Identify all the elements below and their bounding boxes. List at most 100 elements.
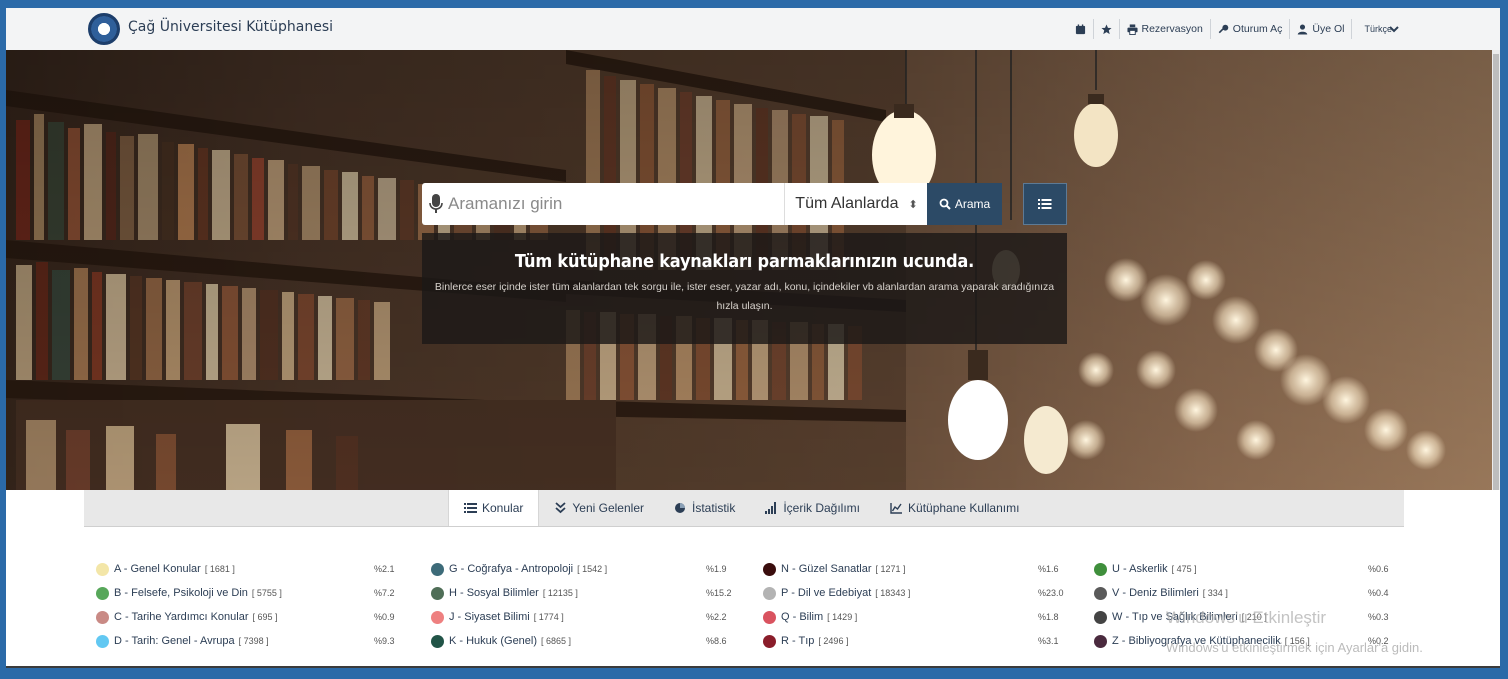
- subject-item[interactable]: P - Dil ve Edebiyat[ 18343 ]: [763, 584, 910, 602]
- subject-item[interactable]: Q - Bilim[ 1429 ]: [763, 608, 857, 626]
- double-chevron-icon: [555, 502, 566, 514]
- subject-color-dot: [1094, 586, 1107, 600]
- subject-name: V - Deniz Bilimleri: [1112, 587, 1199, 599]
- subject-color-dot: [431, 586, 444, 600]
- tab-label: Konular: [482, 501, 524, 515]
- tab-yeni-gelenler[interactable]: Yeni Gelenler: [539, 490, 659, 526]
- reservation-label: Rezervasyon: [1141, 23, 1203, 35]
- advanced-search-button[interactable]: [1023, 183, 1067, 225]
- select-caret-icon: ⬍: [908, 198, 918, 211]
- search-scope-select[interactable]: Tüm Alanlarda ⬍: [784, 183, 928, 225]
- subject-percent: %0.6: [1368, 564, 1389, 574]
- subject-item[interactable]: A - Genel Konular[ 1681 ]: [96, 560, 235, 578]
- subject-percent: %1.6: [1038, 564, 1059, 574]
- nav-links: Rezervasyon Oturum Aç Üye Ol Türkçe: [1068, 18, 1405, 40]
- subject-item[interactable]: N - Güzel Sanatlar[ 1271 ]: [763, 560, 906, 578]
- scrollbar-thumb[interactable]: [1493, 54, 1499, 490]
- subject-percent: %3.1: [1038, 636, 1059, 646]
- search-button-label: Arama: [954, 197, 991, 211]
- tab-icerik-dagilimi[interactable]: İçerik Dağılımı: [750, 490, 875, 526]
- subject-color-dot: [1094, 634, 1107, 648]
- reservation-link[interactable]: Rezervasyon: [1118, 19, 1210, 39]
- subject-name: Q - Bilim: [781, 611, 824, 623]
- subject-name: U - Askerlik: [1112, 563, 1168, 575]
- subject-item[interactable]: J - Siyaset Bilimi[ 1774 ]: [431, 608, 564, 626]
- subject-color-dot: [431, 562, 444, 576]
- subject-percent: %15.2: [706, 588, 732, 598]
- subject-percent: %7.2: [374, 588, 395, 598]
- page-scrollbar[interactable]: [1492, 50, 1500, 490]
- list-icon: [1038, 199, 1052, 209]
- favorites-button[interactable]: [1092, 19, 1119, 39]
- register-link[interactable]: Üye Ol: [1289, 19, 1351, 39]
- user-icon: [1298, 23, 1308, 35]
- bar-signal-icon: [765, 502, 777, 514]
- windows-activation-text: Windows'u etkinleştirmek için Ayarlar'a …: [1166, 640, 1423, 655]
- search-bar: Tüm Alanlarda ⬍ Arama: [422, 183, 1002, 225]
- calendar-icon: [1075, 23, 1085, 34]
- university-logo[interactable]: [88, 13, 120, 45]
- subject-name: G - Coğrafya - Antropoloji: [449, 563, 574, 575]
- search-icon: [939, 198, 951, 210]
- subject-name: A - Genel Konular: [114, 563, 201, 575]
- subject-color-dot: [763, 562, 776, 576]
- subject-item[interactable]: B - Felsefe, Psikoloji ve Din[ 5755 ]: [96, 584, 282, 602]
- subject-item[interactable]: C - Tarihe Yardımcı Konular[ 695 ]: [96, 608, 278, 626]
- subject-count: [ 5755 ]: [251, 588, 282, 598]
- list-icon: [464, 503, 477, 513]
- search-input[interactable]: [444, 184, 790, 224]
- subject-percent: %9.3: [374, 636, 395, 646]
- subject-item[interactable]: G - Coğrafya - Antropoloji[ 1542 ]: [431, 560, 607, 578]
- tab-kutuphane-kullanimi[interactable]: Kütüphane Kullanımı: [875, 490, 1034, 526]
- subject-item[interactable]: R - Tıp[ 2496 ]: [763, 632, 848, 650]
- subject-percent: %0.4: [1368, 588, 1389, 598]
- subject-name: R - Tıp: [781, 635, 815, 647]
- subject-item[interactable]: H - Sosyal Bilimler[ 12135 ]: [431, 584, 578, 602]
- subject-color-dot: [763, 610, 776, 624]
- login-link[interactable]: Oturum Aç: [1209, 19, 1290, 39]
- subject-name: H - Sosyal Bilimler: [449, 587, 539, 599]
- subject-color-dot: [1094, 610, 1107, 624]
- hero-banner: Tüm Alanlarda ⬍ Arama Tüm kütüphane kayn…: [6, 50, 1500, 490]
- subject-count: [ 475 ]: [1171, 564, 1197, 574]
- search-scope-label: Tüm Alanlarda: [795, 195, 899, 212]
- calendar-button[interactable]: [1068, 19, 1093, 39]
- subject-item[interactable]: V - Deniz Bilimleri[ 334 ]: [1094, 584, 1228, 602]
- subject-color-dot: [96, 586, 109, 600]
- subject-percent: %0.3: [1368, 612, 1389, 622]
- tab-istatistik[interactable]: İstatistik: [659, 490, 750, 526]
- subject-item[interactable]: D - Tarih: Genel - Avrupa[ 7398 ]: [96, 632, 269, 650]
- microphone-icon[interactable]: [428, 193, 444, 215]
- subject-percent: %0.9: [374, 612, 395, 622]
- subject-color-dot: [431, 610, 444, 624]
- subject-percent: %2.1: [374, 564, 395, 574]
- subject-name: K - Hukuk (Genel): [449, 635, 538, 647]
- subject-count: [ 18343 ]: [875, 588, 911, 598]
- subject-count: [ 6865 ]: [541, 636, 572, 646]
- windows-activation-title: Windows'u Etkinleştir: [1166, 608, 1327, 627]
- subject-color-dot: [763, 634, 776, 648]
- info-title: Tüm kütüphane kaynakları parmaklarınızın…: [514, 251, 975, 272]
- subject-count: [ 7398 ]: [238, 636, 269, 646]
- subject-count: [ 1774 ]: [533, 612, 564, 622]
- star-icon: [1100, 23, 1112, 34]
- subject-count: [ 1681 ]: [204, 564, 235, 574]
- subject-count: [ 2496 ]: [818, 636, 849, 646]
- subject-percent: %2.2: [706, 612, 727, 622]
- printer-icon: [1126, 23, 1138, 35]
- tab-bar: Konular Yeni Gelenler İstatistik İçerik …: [84, 490, 1404, 527]
- subject-count: [ 1271 ]: [875, 564, 906, 574]
- register-label: Üye Ol: [1312, 23, 1345, 35]
- subject-item[interactable]: U - Askerlik[ 475 ]: [1094, 560, 1197, 578]
- search-button[interactable]: Arama: [927, 183, 1002, 225]
- chevron-down-icon[interactable]: [1388, 23, 1400, 35]
- subject-percent: %1.9: [706, 564, 727, 574]
- subject-name: C - Tarihe Yardımcı Konular: [114, 611, 249, 623]
- subject-item[interactable]: K - Hukuk (Genel)[ 6865 ]: [431, 632, 571, 650]
- subject-color-dot: [763, 586, 776, 600]
- subject-name: J - Siyaset Bilimi: [449, 611, 530, 623]
- site-title[interactable]: Çağ Üniversitesi Kütüphanesi: [128, 19, 333, 35]
- top-navbar: Çağ Üniversitesi Kütüphanesi Rezervasyon…: [6, 8, 1500, 51]
- subject-percent: %8.6: [706, 636, 727, 646]
- tab-konular[interactable]: Konular: [448, 490, 540, 526]
